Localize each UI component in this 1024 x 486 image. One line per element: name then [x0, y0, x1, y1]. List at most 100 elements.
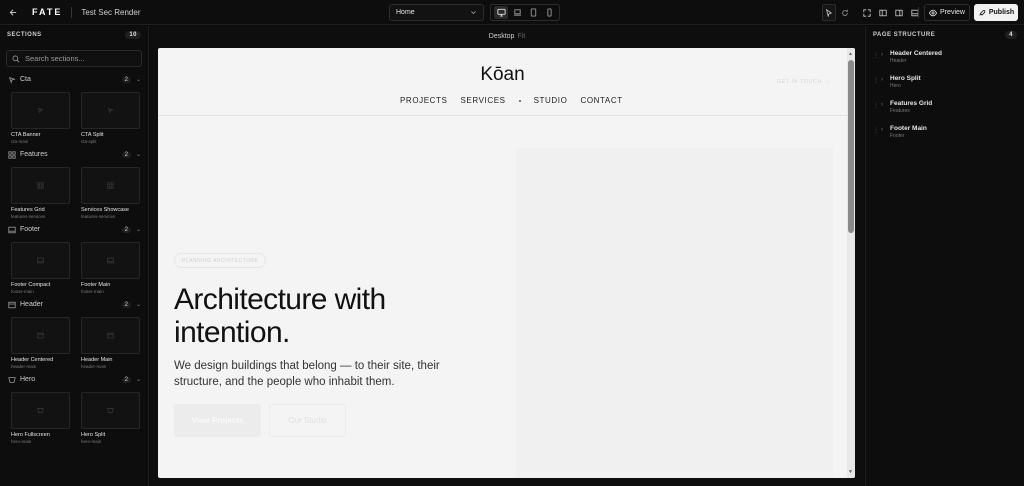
category-footer[interactable]: Footer 2 ⌄ [0, 223, 148, 236]
rocket-icon [979, 9, 986, 16]
structure-item-type: Hero [890, 83, 901, 89]
back-button[interactable] [0, 0, 26, 25]
drag-handle-icon[interactable]: ⋮ [873, 127, 881, 134]
site-brand[interactable]: Kōan [158, 64, 847, 86]
section-card[interactable]: Hero Fullscreen hero-main [11, 392, 70, 444]
search-input[interactable] [25, 54, 135, 63]
view-projects-button[interactable]: View Projects [174, 404, 261, 437]
section-card[interactable]: Services Showcase features-services [81, 167, 140, 219]
section-title: Features Grid [11, 207, 45, 213]
canvas-device-label: Desktop Fit [150, 33, 864, 40]
section-card[interactable]: Footer Main footer-main [81, 242, 140, 294]
grid-icon [37, 182, 44, 189]
section-thumbnail [81, 242, 140, 279]
category-count: 2 [121, 301, 131, 308]
structure-item-title: Header Centered [890, 50, 943, 57]
our-studio-button[interactable]: Our Studio [269, 404, 346, 437]
chevron-right-icon[interactable]: › [881, 127, 890, 133]
page-structure-panel: PAGE STRUCTURE 4 ⋮ › Header Centered Hea… [865, 26, 1024, 486]
scroll-down-icon[interactable]: ▼ [848, 469, 853, 475]
category-name: Features [20, 151, 48, 158]
hero-subhead: We design buildings that belong — to the… [174, 360, 440, 388]
drag-handle-icon[interactable]: ⋮ [873, 77, 881, 84]
device-mobile-button[interactable] [542, 6, 556, 19]
fullscreen-button[interactable] [860, 4, 874, 21]
refresh-button[interactable] [838, 4, 852, 21]
structure-item[interactable]: ⋮ › Header Centered Header [866, 50, 1024, 75]
category-count: 2 [121, 226, 131, 233]
section-card[interactable]: Features Grid features-services [11, 167, 70, 219]
page-select[interactable]: Home [389, 4, 484, 21]
nav-link-studio[interactable]: STUDIO [534, 96, 568, 105]
section-id: hero-main [11, 439, 32, 444]
scroll-up-icon[interactable]: ▲ [848, 51, 853, 57]
section-card[interactable]: CTA Banner cta-main [11, 92, 70, 144]
category-cta[interactable]: Cta 2 ⌄ [0, 73, 148, 86]
toggle-bottom-panel-button[interactable] [908, 4, 922, 21]
nav-link-contact[interactable]: CONTACT [580, 96, 622, 105]
fit-label[interactable]: Fit [517, 33, 525, 40]
section-id: footer-main [11, 289, 34, 294]
sections-panel-header: SECTIONS 10 [0, 26, 148, 44]
header-layout-icon [107, 332, 114, 339]
section-title: Hero Split [81, 432, 106, 438]
section-title: Footer Main [81, 282, 111, 288]
category-hero[interactable]: Hero 2 ⌄ [0, 373, 148, 386]
section-card[interactable]: Header Main header-main [81, 317, 140, 369]
device-desktop-button[interactable] [494, 6, 508, 19]
section-thumbnail [11, 242, 70, 279]
toggle-right-panel-button[interactable] [892, 4, 906, 21]
structure-item-type: Features [890, 108, 910, 114]
sparkle-icon [107, 107, 114, 114]
section-title: Hero Fullscreen [11, 432, 50, 438]
drag-handle-icon[interactable]: ⋮ [873, 102, 881, 109]
get-in-touch-link[interactable]: GET IN TOUCH → [777, 79, 830, 85]
section-card[interactable]: Hero Split hero-main [81, 392, 140, 444]
select-tool-button[interactable] [822, 4, 836, 21]
toggle-left-panel-button[interactable] [876, 4, 890, 21]
category-header[interactable]: Header 2 ⌄ [0, 298, 148, 311]
device-tablet-button[interactable] [526, 6, 540, 19]
drag-handle-icon[interactable]: ⋮ [873, 52, 881, 59]
footer-layout-icon [37, 257, 44, 264]
section-title: Header Centered [11, 357, 54, 363]
footer-layout-icon [7, 225, 16, 234]
preview-scrollbar[interactable]: ▲ ▼ [847, 48, 855, 478]
section-id: hero-main [81, 439, 102, 444]
chevron-right-icon[interactable]: › [881, 77, 890, 83]
grid-icon [107, 182, 114, 189]
section-card[interactable]: Header Centered header-main [11, 317, 70, 369]
eye-icon [929, 9, 938, 16]
header-layout-icon [7, 300, 16, 309]
chevron-right-icon[interactable]: › [881, 102, 890, 108]
preview-frame[interactable]: Kōan GET IN TOUCH → PROJECTS SERVICES ST… [158, 48, 855, 478]
section-id: footer-main [81, 289, 104, 294]
structure-item[interactable]: ⋮ › Footer Main Footer [866, 125, 1024, 150]
search-box[interactable] [6, 50, 142, 67]
mobile-icon [546, 8, 552, 17]
scrollbar-thumb[interactable] [848, 60, 854, 233]
category-count: 2 [121, 376, 131, 383]
divider [71, 6, 73, 18]
structure-item[interactable]: ⋮ › Features Grid Features [866, 100, 1024, 125]
category-name: Footer [20, 226, 41, 233]
structure-item-title: Footer Main [890, 125, 927, 132]
section-card[interactable]: CTA Split cta-split [81, 92, 140, 144]
preview-button[interactable]: Preview [924, 4, 970, 21]
structure-item-title: Hero Split [890, 75, 921, 82]
category-features[interactable]: Features 2 ⌄ [0, 148, 148, 161]
nav-link-services[interactable]: SERVICES [460, 96, 505, 105]
device-laptop-button[interactable] [510, 6, 524, 19]
publish-button[interactable]: Publish [974, 4, 1018, 21]
structure-item[interactable]: ⋮ › Hero Split Hero [866, 75, 1024, 100]
grid-icon [7, 150, 16, 159]
chevron-right-icon[interactable]: › [881, 52, 890, 58]
section-id: features-services [81, 214, 116, 219]
site-header[interactable]: Kōan GET IN TOUCH → PROJECTS SERVICES ST… [158, 48, 847, 116]
section-thumbnail [11, 392, 70, 429]
section-thumbnail [81, 392, 140, 429]
section-card[interactable]: Footer Compact footer-main [11, 242, 70, 294]
nav-link-projects[interactable]: PROJECTS [400, 96, 447, 105]
section-id: header-main [81, 364, 107, 369]
chevron-down-icon: ⌄ [135, 152, 141, 158]
